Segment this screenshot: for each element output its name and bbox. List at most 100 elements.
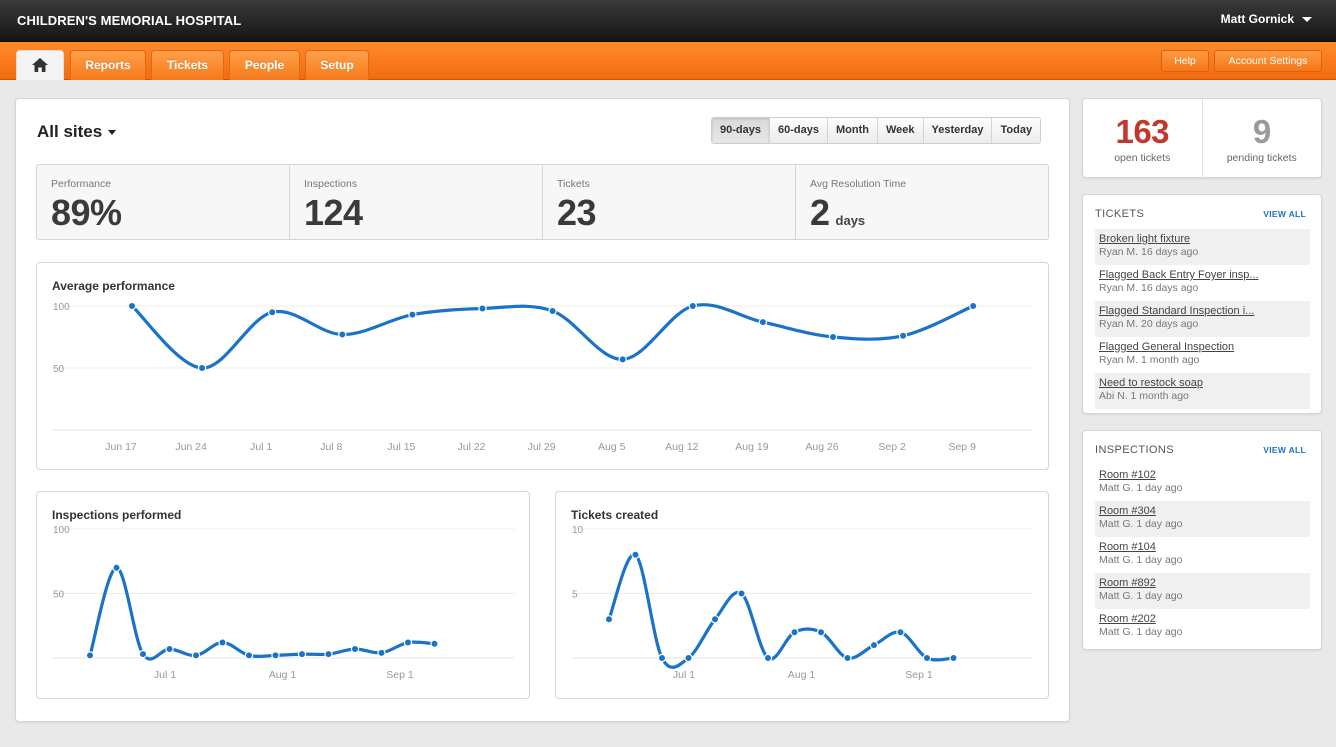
range-90-days[interactable]: 90-days — [712, 118, 769, 143]
data-point[interactable] — [688, 301, 698, 311]
data-point[interactable] — [949, 653, 958, 663]
data-point[interactable] — [338, 330, 347, 339]
tab-reports[interactable]: Reports — [70, 50, 146, 80]
data-point[interactable] — [737, 589, 746, 598]
ticket-meta: Ryan M. 16 days ago — [1099, 246, 1199, 258]
list-item[interactable]: Flagged Back Entry Foyer insp... Ryan M. … — [1095, 265, 1310, 301]
list-item[interactable]: Need to restock soap Abi N. 1 month ago — [1095, 373, 1310, 409]
data-point[interactable] — [377, 648, 386, 658]
data-point[interactable] — [271, 651, 280, 660]
account-settings-button[interactable]: Account Settings — [1214, 50, 1322, 72]
ticket-link[interactable]: Flagged Back Entry Foyer insp... — [1099, 269, 1306, 281]
y-tick-label: 50 — [53, 590, 65, 601]
help-button[interactable]: Help — [1161, 50, 1209, 72]
view-all-inspections-link[interactable]: VIEW ALL — [1263, 445, 1306, 455]
x-tick-label: Aug 26 — [805, 441, 838, 453]
list-item[interactable]: Room #304 Matt G. 1 day ago — [1095, 501, 1310, 537]
ticket-link[interactable]: Broken light fixture — [1099, 233, 1306, 245]
data-point[interactable] — [138, 649, 148, 659]
ticket-link[interactable]: Flagged General Inspection — [1099, 341, 1306, 353]
data-point[interactable] — [843, 653, 852, 663]
list-item[interactable]: Broken light fixture Ryan M. 16 days ago — [1095, 229, 1310, 265]
list-item[interactable]: Room #102 Matt G. 1 day ago — [1095, 465, 1310, 501]
series-line — [607, 553, 956, 669]
data-point[interactable] — [165, 644, 174, 654]
data-point[interactable] — [408, 310, 417, 319]
inspection-link[interactable]: Room #102 — [1099, 469, 1306, 481]
count-label: pending tickets — [1226, 152, 1297, 164]
range-today[interactable]: Today — [991, 118, 1041, 143]
data-point[interactable] — [112, 563, 121, 572]
data-point[interactable] — [604, 615, 614, 624]
data-point[interactable] — [898, 331, 908, 340]
panel-heading: TICKETS — [1095, 208, 1145, 220]
count-open-tickets[interactable]: 163 open tickets — [1083, 99, 1202, 177]
inspection-link[interactable]: Room #892 — [1099, 577, 1306, 589]
tab-people[interactable]: People — [229, 50, 300, 80]
data-point[interactable] — [631, 550, 640, 560]
stat-unit: days — [835, 213, 866, 228]
data-point[interactable] — [763, 653, 773, 663]
view-all-tickets-link[interactable]: VIEW ALL — [1263, 209, 1306, 219]
ticket-meta: Ryan M. 1 month ago — [1099, 354, 1200, 366]
data-point[interactable] — [267, 308, 277, 317]
data-point[interactable] — [790, 627, 799, 637]
list-item[interactable]: Room #892 Matt G. 1 day ago — [1095, 573, 1310, 609]
ticket-link[interactable]: Need to restock soap — [1099, 377, 1306, 389]
data-point[interactable] — [969, 301, 978, 311]
data-point[interactable] — [896, 627, 905, 637]
list-item[interactable]: Room #104 Matt G. 1 day ago — [1095, 537, 1310, 573]
list-item[interactable]: Room #202 Matt G. 1 day ago — [1095, 609, 1310, 645]
data-point[interactable] — [218, 638, 227, 647]
stat-tickets: Tickets 23 — [542, 165, 795, 239]
data-point[interactable] — [430, 639, 439, 649]
range-yesterday[interactable]: Yesterday — [922, 118, 992, 143]
ticket-meta: Ryan M. 20 days ago — [1099, 318, 1199, 330]
range-60-days[interactable]: 60-days — [768, 118, 827, 143]
data-point[interactable] — [869, 640, 879, 650]
stat-value: 2 days — [810, 192, 866, 233]
main-nav: Reports Tickets People Setup Help Accoun… — [0, 42, 1336, 80]
x-tick-label: Jul 15 — [387, 441, 415, 453]
user-menu[interactable]: Matt Gornick — [1221, 12, 1312, 26]
data-point[interactable] — [191, 651, 201, 660]
stat-value: 124 — [304, 192, 363, 233]
list-item[interactable]: Flagged General Inspection Ryan M. 1 mont… — [1095, 337, 1310, 373]
data-point[interactable] — [548, 306, 557, 316]
inspection-link[interactable]: Room #104 — [1099, 541, 1306, 553]
data-point[interactable] — [828, 332, 838, 342]
list-item[interactable]: Flagged Standard Inspection i... Ryan M. … — [1095, 301, 1310, 337]
ticket-link[interactable]: Flagged Standard Inspection i... — [1099, 305, 1306, 317]
x-tick-label: Jun 24 — [175, 441, 207, 453]
site-selector[interactable]: All sites — [37, 122, 117, 142]
tab-tickets[interactable]: Tickets — [151, 50, 224, 80]
range-month[interactable]: Month — [826, 118, 877, 143]
data-point[interactable] — [85, 651, 95, 660]
main-panel: All sites 90-days 60-days Month Week Yes… — [15, 98, 1070, 722]
range-week[interactable]: Week — [876, 118, 923, 143]
data-point[interactable] — [324, 649, 333, 659]
data-point[interactable] — [350, 644, 360, 654]
data-point[interactable] — [710, 615, 720, 624]
data-point[interactable] — [197, 363, 207, 373]
panel-heading: INSPECTIONS — [1095, 444, 1174, 456]
data-point[interactable] — [684, 653, 693, 663]
data-point[interactable] — [403, 638, 413, 647]
tab-home[interactable] — [16, 50, 64, 80]
count-pending-tickets[interactable]: 9 pending tickets — [1201, 99, 1322, 177]
inspection-link[interactable]: Room #304 — [1099, 505, 1306, 517]
data-point[interactable] — [922, 653, 932, 663]
data-point[interactable] — [657, 653, 667, 663]
x-tick-label: Jul 1 — [154, 669, 176, 681]
tab-setup[interactable]: Setup — [305, 50, 369, 80]
data-point[interactable] — [816, 627, 826, 637]
data-point[interactable] — [758, 317, 768, 327]
inspection-link[interactable]: Room #202 — [1099, 613, 1306, 625]
data-point[interactable] — [127, 301, 137, 311]
inspection-meta: Matt G. 1 day ago — [1099, 590, 1183, 602]
ticket-list: Broken light fixture Ryan M. 16 days ago … — [1095, 229, 1310, 409]
data-point[interactable] — [478, 304, 487, 313]
data-point[interactable] — [244, 651, 254, 660]
data-point[interactable] — [297, 649, 307, 659]
data-point[interactable] — [618, 355, 627, 364]
